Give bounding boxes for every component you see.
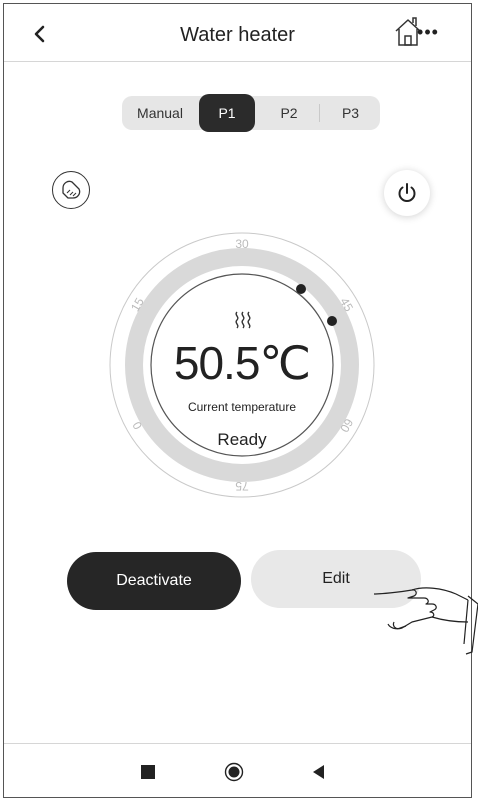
boost-button[interactable] [52,171,90,209]
heat-waves-icon [235,311,251,329]
square-icon[interactable] [138,762,158,782]
tab-p2[interactable]: P2 [259,96,319,130]
temperature-dial[interactable]: 0 15 30 45 60 75 50.5℃ Current temperature Re… [107,230,377,500]
status-text: Ready [217,430,267,449]
dial-readout: 50.5℃ Current temperature Ready [107,230,377,500]
phone-frame: Water heater ••• Manual P1 P2 P3 0 15 30… [3,3,478,798]
current-temperature-value: 50.5℃ [173,337,311,389]
tab-manual[interactable]: Manual [122,96,198,130]
mode-selector: Manual P1 P2 P3 [122,94,380,132]
app-header: Water heater ••• [4,4,471,62]
power-icon [398,183,416,202]
triangle-back-icon[interactable] [309,762,329,782]
more-options-button[interactable]: ••• [412,22,444,42]
power-button[interactable] [384,170,430,216]
system-nav-bar [4,743,471,797]
tab-p3[interactable]: P3 [321,96,380,130]
tab-p1[interactable]: P1 [199,94,255,132]
current-temperature-label: Current temperature [187,400,297,414]
deactivate-button[interactable]: Deactivate [67,552,241,610]
pointing-hand-icon [373,587,478,655]
boost-icon [62,180,81,199]
tab-divider [319,104,320,122]
circle-icon[interactable] [224,762,244,782]
